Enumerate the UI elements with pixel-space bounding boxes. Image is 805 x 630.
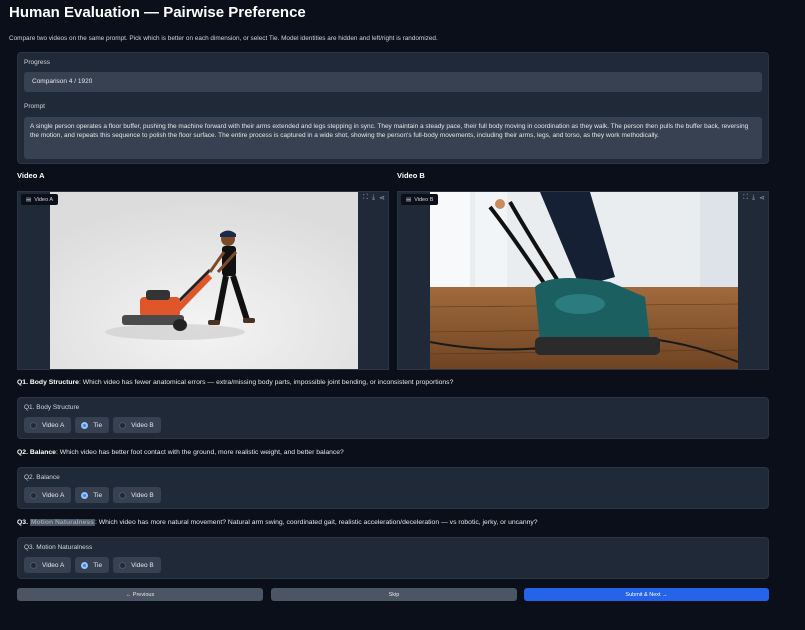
radio-label: Video A bbox=[42, 491, 65, 499]
radio-dot-selected bbox=[81, 561, 89, 569]
radio-dot bbox=[30, 491, 37, 499]
video-a-tag-label: Video A bbox=[34, 196, 54, 203]
progress-field: Comparison 4 / 1920 bbox=[24, 72, 762, 92]
radio-label: Video B bbox=[131, 421, 154, 429]
q1-option-tie[interactable]: Tie bbox=[75, 417, 110, 433]
q3-name: Motion Naturalness bbox=[29, 519, 95, 526]
q1-option-video-a[interactable]: Video A bbox=[24, 417, 72, 433]
video-b-tag-label: Video B bbox=[414, 196, 434, 203]
q2-option-video-b[interactable]: Video B bbox=[113, 487, 161, 503]
q3-option-video-b[interactable]: Video B bbox=[113, 557, 161, 573]
video-a-heading: Video A bbox=[17, 171, 45, 180]
radio-label: Video A bbox=[42, 561, 65, 569]
share-icon[interactable]: ⋖ bbox=[759, 194, 765, 202]
share-icon[interactable]: ⋖ bbox=[379, 194, 385, 202]
radio-dot bbox=[30, 421, 37, 429]
q2-name: Balance bbox=[29, 449, 56, 456]
q2-number: Q2. bbox=[17, 449, 28, 456]
radio-dot bbox=[30, 561, 37, 569]
q2-question: Q2. Balance: Which video has better foot… bbox=[17, 449, 344, 456]
q3-number: Q3. bbox=[17, 519, 28, 526]
radio-dot bbox=[119, 561, 127, 569]
fullscreen-icon[interactable]: ⛶ bbox=[743, 194, 748, 202]
previous-button[interactable]: ← Previous bbox=[17, 588, 263, 601]
prompt-label: Prompt bbox=[24, 103, 45, 110]
q2-option-tie[interactable]: Tie bbox=[75, 487, 110, 503]
q1-text: : Which video has fewer anatomical error… bbox=[78, 379, 454, 386]
radio-label: Video B bbox=[131, 561, 154, 569]
q1-radio-group: Video A Tie Video B bbox=[24, 417, 161, 433]
q1-question: Q1. Body Structure: Which video has fewe… bbox=[17, 379, 453, 386]
radio-label: Tie bbox=[93, 561, 103, 569]
video-a-toolbar: ⛶ ⤓ ⋖ bbox=[363, 194, 385, 202]
q2-text: : Which video has better foot contact wi… bbox=[55, 449, 344, 456]
q3-radio-group: Video A Tie Video B bbox=[24, 557, 161, 573]
radio-dot-selected bbox=[81, 491, 89, 499]
q3-field-label: Q3. Motion Naturalness bbox=[24, 544, 93, 551]
page-subtitle: Compare two videos on the same prompt. P… bbox=[9, 35, 438, 42]
q2-radio-group: Video A Tie Video B bbox=[24, 487, 161, 503]
radio-label: Video B bbox=[131, 491, 154, 499]
radio-label: Tie bbox=[93, 421, 103, 429]
radio-dot bbox=[119, 491, 127, 499]
q3-option-tie[interactable]: Tie bbox=[75, 557, 110, 573]
radio-label: Video A bbox=[42, 421, 65, 429]
radio-label: Tie bbox=[93, 491, 103, 499]
video-b-player[interactable]: ▤ Video B ⛶ ⤓ ⋖ bbox=[397, 191, 769, 370]
video-a-tag: ▤ Video A bbox=[21, 194, 59, 205]
q2-option-video-a[interactable]: Video A bbox=[24, 487, 72, 503]
video-b-tag: ▤ Video B bbox=[401, 194, 439, 205]
skip-button[interactable]: Skip bbox=[271, 588, 517, 601]
video-icon: ▤ bbox=[26, 196, 32, 203]
video-b-toolbar: ⛶ ⤓ ⋖ bbox=[743, 194, 765, 202]
q3-option-video-a[interactable]: Video A bbox=[24, 557, 72, 573]
radio-dot bbox=[119, 421, 127, 429]
q1-field-label: Q1. Body Structure bbox=[24, 404, 80, 411]
video-b-heading: Video B bbox=[397, 171, 425, 180]
video-icon: ▤ bbox=[406, 196, 412, 203]
video-a-frame-image bbox=[50, 192, 358, 369]
q3-question: Q3. Motion Naturalness: Which video has … bbox=[17, 519, 538, 526]
download-icon[interactable]: ⤓ bbox=[372, 194, 375, 202]
video-b-frame-image bbox=[430, 192, 738, 369]
q2-field-label: Q2. Balance bbox=[24, 474, 60, 481]
q1-number: Q1. bbox=[17, 379, 28, 386]
page-title: Human Evaluation — Pairwise Preference bbox=[9, 4, 306, 21]
progress-label: Progress bbox=[24, 59, 51, 66]
fullscreen-icon[interactable]: ⛶ bbox=[363, 194, 368, 202]
prompt-field: A single person operates a floor buffer,… bbox=[24, 117, 762, 159]
download-icon[interactable]: ⤓ bbox=[752, 194, 755, 202]
q1-name: Body Structure bbox=[29, 379, 79, 386]
q1-option-video-b[interactable]: Video B bbox=[113, 417, 161, 433]
q3-text: : Which video has more natural movement?… bbox=[94, 519, 538, 526]
radio-dot-selected bbox=[81, 421, 89, 429]
submit-next-button[interactable]: Submit & Next → bbox=[524, 588, 769, 601]
video-a-player[interactable]: ▤ Video A ⛶ ⤓ ⋖ bbox=[17, 191, 389, 370]
